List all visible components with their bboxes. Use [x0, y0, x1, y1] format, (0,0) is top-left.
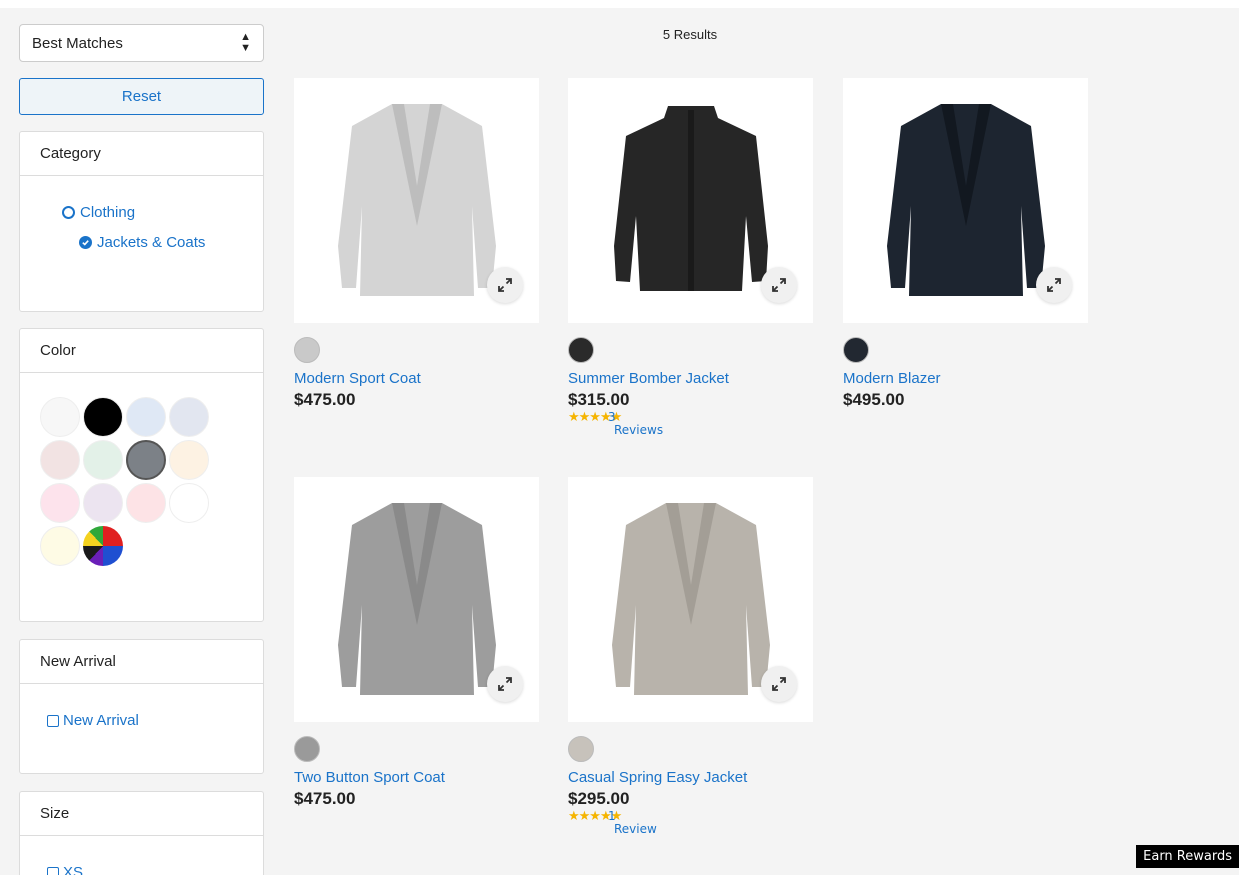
color-swatch[interactable]	[83, 440, 123, 480]
category-filter-panel: Category Clothing Jackets & Coats	[19, 131, 264, 312]
expand-icon[interactable]	[761, 267, 797, 303]
product-price: $475.00	[294, 390, 356, 409]
category-item-jackets-coats[interactable]: Jackets & Coats	[79, 234, 205, 251]
color-swatch[interactable]	[83, 483, 123, 523]
reviews-block[interactable]: 1 Review	[608, 810, 657, 836]
star-rating-icon: ★★★★★	[568, 409, 622, 424]
category-item-label: Jackets & Coats	[97, 234, 206, 251]
color-swatch[interactable]	[40, 397, 80, 437]
product-card: Casual Spring Easy Jacket $295.00 ★★★★★ 1 Re…	[568, 477, 813, 836]
product-color-swatch[interactable]	[294, 736, 320, 762]
product-name-link[interactable]: Modern Sport Coat	[294, 370, 539, 387]
color-swatch[interactable]	[126, 397, 166, 437]
jacket-image	[337, 502, 496, 695]
product-image[interactable]	[843, 78, 1088, 323]
product-image[interactable]	[294, 477, 539, 722]
product-image[interactable]	[568, 78, 813, 323]
color-swatch[interactable]	[126, 483, 166, 523]
product-card: Summer Bomber Jacket $315.00 ★★★★★ 3 Reviews	[568, 78, 813, 437]
color-swatch[interactable]	[83, 526, 123, 566]
reviews-link[interactable]: Reviews	[608, 424, 663, 437]
star-rating-icon: ★★★★★	[568, 808, 622, 823]
checkbox-square-icon	[47, 714, 59, 727]
color-filter-panel: Color	[19, 328, 264, 622]
product-price: $315.00	[568, 390, 630, 409]
product-name-link[interactable]: Two Button Sport Coat	[294, 769, 539, 786]
color-swatch[interactable]	[40, 483, 80, 523]
size-xs-checkbox[interactable]: XS	[47, 864, 83, 875]
results-count: 5 Results	[662, 27, 718, 42]
sort-arrows-icon: ▲ ▼	[240, 31, 251, 54]
jacket-image	[613, 105, 768, 291]
product-image[interactable]	[294, 78, 539, 323]
product-card: Modern Blazer $495.00	[843, 78, 1088, 410]
color-swatch[interactable]	[169, 397, 209, 437]
color-swatch-grid	[40, 397, 209, 566]
product-name-link[interactable]: Modern Blazer	[843, 370, 1088, 387]
product-name-link[interactable]: Casual Spring Easy Jacket	[568, 769, 813, 786]
product-color-swatch[interactable]	[568, 736, 594, 762]
sort-select[interactable]: Best Matches ▲ ▼	[19, 24, 264, 62]
size-filter-title: Size	[20, 792, 263, 836]
category-item-label: Clothing	[80, 204, 136, 221]
product-card: Two Button Sport Coat $475.00	[294, 477, 539, 809]
color-swatch[interactable]	[40, 526, 80, 566]
category-filter-title: Category	[20, 132, 263, 176]
expand-icon[interactable]	[761, 666, 797, 702]
expand-icon[interactable]	[487, 666, 523, 702]
reviews-link[interactable]: Review	[608, 823, 657, 836]
product-color-swatch[interactable]	[843, 337, 869, 363]
product-price: $475.00	[294, 789, 356, 808]
jacket-image	[886, 103, 1045, 296]
color-swatch[interactable]	[83, 397, 123, 437]
check-circle-icon	[79, 236, 92, 249]
color-swatch[interactable]	[126, 440, 166, 480]
filter-sidebar: Best Matches ▲ ▼ Reset Category Clothing …	[19, 24, 264, 875]
expand-icon[interactable]	[1036, 267, 1072, 303]
top-strip	[0, 0, 1239, 8]
earn-rewards-button[interactable]: Earn Rewards	[1136, 845, 1239, 868]
color-swatch[interactable]	[169, 440, 209, 480]
expand-icon[interactable]	[487, 267, 523, 303]
jacket-image	[611, 502, 770, 695]
new-arrival-label: New Arrival	[63, 712, 139, 729]
color-swatch[interactable]	[169, 483, 209, 523]
product-color-swatch[interactable]	[294, 337, 320, 363]
product-image[interactable]	[568, 477, 813, 722]
checkbox-square-icon	[47, 866, 59, 875]
reviews-block[interactable]: 3 Reviews	[608, 411, 663, 437]
new-arrival-filter-title: New Arrival	[20, 640, 263, 684]
product-card: Modern Sport Coat $475.00	[294, 78, 539, 410]
product-price: $295.00	[568, 789, 630, 808]
product-rating: ★★★★★ 3 Reviews	[568, 409, 813, 437]
reset-button[interactable]: Reset	[19, 78, 264, 115]
product-name-link[interactable]: Summer Bomber Jacket	[568, 370, 813, 387]
radio-ring-icon	[62, 206, 75, 219]
sort-select-value: Best Matches	[32, 34, 123, 52]
product-price: $495.00	[843, 390, 905, 409]
color-swatch[interactable]	[40, 440, 80, 480]
category-item-clothing[interactable]: Clothing	[62, 204, 135, 221]
product-color-swatch[interactable]	[568, 337, 594, 363]
size-filter-panel: Size XS	[19, 791, 264, 875]
new-arrival-checkbox[interactable]: New Arrival	[47, 712, 139, 729]
size-xs-label: XS	[63, 864, 84, 875]
jacket-image	[337, 103, 496, 296]
color-filter-title: Color	[20, 329, 263, 373]
product-rating: ★★★★★ 1 Review	[568, 808, 813, 836]
new-arrival-filter-panel: New Arrival New Arrival	[19, 639, 264, 774]
